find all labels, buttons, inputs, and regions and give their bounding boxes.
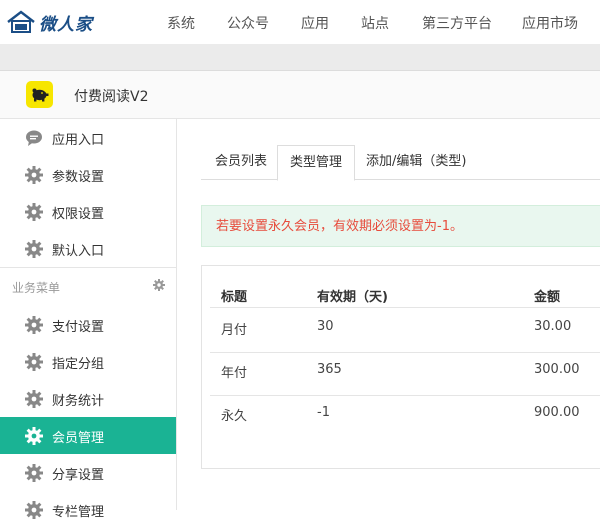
gear-icon xyxy=(25,427,43,445)
table-header-amount: 金额 xyxy=(534,290,561,305)
sidebar-item-label: 会员管理 xyxy=(52,431,105,446)
sidebar-item-share[interactable]: 分享设置 xyxy=(0,454,176,491)
gear-icon xyxy=(25,353,43,371)
alert-notice: 若要设置永久会员，有效期必须设置为-1。 xyxy=(201,205,600,247)
table-header-title: 标题 xyxy=(221,290,248,305)
table-row-divider xyxy=(210,352,600,353)
nav-item-apps[interactable]: 应用 xyxy=(301,13,329,33)
sidebar-section-title: 业务菜单 xyxy=(12,281,61,295)
house-logo-icon xyxy=(7,10,35,33)
sidebar-item-label: 应用入口 xyxy=(52,133,105,148)
sidebar-item-members[interactable]: 会员管理 xyxy=(0,417,176,454)
gear-icon xyxy=(25,203,43,221)
gear-icon xyxy=(25,501,43,519)
table-cell-validity: 30 xyxy=(317,319,334,334)
nav-item-app-market[interactable]: 应用市场 xyxy=(522,13,578,33)
tab-member-list[interactable]: 会员列表 xyxy=(215,145,267,178)
tab-type-management[interactable]: 类型管理 xyxy=(277,145,356,181)
sidebar-item-label: 权限设置 xyxy=(52,207,105,222)
gear-icon xyxy=(25,464,43,482)
brand-logo[interactable]: 微人家 xyxy=(6,8,93,36)
sidebar-item-default-entry[interactable]: 默认入口 xyxy=(0,230,176,267)
type-table: 标题 有效期（天) 金额 月付 30 30.00 年付 365 300.00 永… xyxy=(201,265,600,469)
top-navbar: 微人家 系统 公众号 应用 站点 第三方平台 应用市场 xyxy=(0,0,600,44)
sidebar-item-label: 专栏管理 xyxy=(52,505,105,520)
chat-bubble-icon xyxy=(26,130,42,146)
sidebar-item-app-entry[interactable]: 应用入口 xyxy=(0,119,176,156)
sidebar-item-label: 分享设置 xyxy=(52,468,105,483)
gear-icon xyxy=(25,240,43,258)
sidebar-item-permissions[interactable]: 权限设置 xyxy=(0,193,176,230)
sidebar-divider xyxy=(0,267,176,268)
tab-add-edit-type[interactable]: 添加/编辑（类型) xyxy=(366,145,466,178)
brand-name: 微人家 xyxy=(39,14,93,35)
sidebar-item-params[interactable]: 参数设置 xyxy=(0,156,176,193)
sidebar-item-label: 指定分组 xyxy=(52,357,105,372)
sidebar-item-label: 参数设置 xyxy=(52,170,105,185)
section-settings-icon[interactable] xyxy=(153,279,165,291)
nav-item-official-account[interactable]: 公众号 xyxy=(227,13,269,33)
table-header-divider xyxy=(210,307,600,308)
sidebar-item-finance[interactable]: 财务统计 xyxy=(0,380,176,417)
table-header-validity: 有效期（天) xyxy=(317,290,388,305)
table-cell-amount: 300.00 xyxy=(534,362,580,377)
tab-bar: 会员列表 类型管理 添加/编辑（类型) xyxy=(201,145,600,181)
table-cell-validity: -1 xyxy=(317,405,330,420)
table-cell-amount: 900.00 xyxy=(534,405,580,420)
gear-icon xyxy=(25,316,43,334)
gear-icon xyxy=(25,390,43,408)
gear-icon xyxy=(25,166,43,184)
sidebar: 应用入口 参数设置 权限设置 默认入口 业务菜单 支付设置 指定分组 财务统计 … xyxy=(0,119,177,520)
sidebar-item-payment[interactable]: 支付设置 xyxy=(0,306,176,343)
nav-item-sites[interactable]: 站点 xyxy=(361,13,389,33)
nav-item-system[interactable]: 系统 xyxy=(167,13,195,33)
table-cell-validity: 365 xyxy=(317,362,342,377)
sidebar-item-groups[interactable]: 指定分组 xyxy=(0,343,176,380)
table-cell-title: 年付 xyxy=(221,366,248,381)
table-cell-title: 月付 xyxy=(221,323,248,338)
sidebar-item-label: 财务统计 xyxy=(52,394,105,409)
table-cell-title: 永久 xyxy=(221,409,248,424)
sidebar-item-label: 支付设置 xyxy=(52,320,105,335)
toolbar-band xyxy=(0,44,600,71)
table-cell-amount: 30.00 xyxy=(534,319,572,334)
app-header: 付费阅读V2 xyxy=(0,71,600,119)
app-title: 付费阅读V2 xyxy=(74,89,149,105)
sidebar-item-label: 默认入口 xyxy=(52,244,105,259)
main-content: 会员列表 类型管理 添加/编辑（类型) 若要设置永久会员，有效期必须设置为-1。… xyxy=(177,119,600,510)
table-row-divider xyxy=(210,395,600,396)
nav-item-third-party[interactable]: 第三方平台 xyxy=(422,13,492,33)
piggy-bank-icon xyxy=(26,81,53,108)
